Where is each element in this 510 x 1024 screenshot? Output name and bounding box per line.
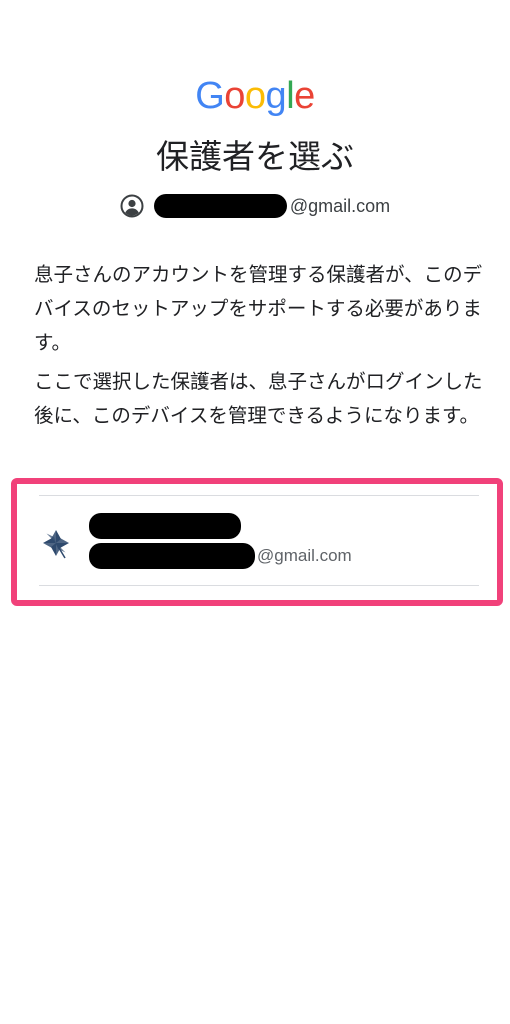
- redacted-account-name: [153, 194, 287, 218]
- logo-letter: l: [286, 75, 295, 117]
- guardian-email-suffix: @gmail.com: [257, 546, 352, 565]
- google-logo: Google: [0, 72, 510, 120]
- account-chip: @gmail.com: [0, 190, 510, 222]
- logo-letter: o: [244, 75, 266, 117]
- logo-letter: G: [195, 75, 225, 117]
- description-paragraph-1: 息子さんのアカウントを管理する保護者が、このデバイスのセットアップをサポートする…: [34, 263, 483, 354]
- guardian-list-item[interactable]: @gmail.com: [33, 496, 483, 585]
- logo-letter: o: [224, 75, 245, 117]
- account-email-suffix: @gmail.com: [289, 195, 391, 216]
- redacted-guardian-email: [89, 543, 255, 569]
- guardian-email: @gmail.com: [89, 543, 352, 569]
- logo-letter: g: [265, 75, 287, 117]
- guardian-list-highlight: @gmail.com: [11, 478, 503, 606]
- logo-letter: e: [294, 75, 315, 117]
- divider: [39, 585, 479, 586]
- umbrella-avatar-icon: [43, 530, 69, 559]
- page-title: 保護者を選ぶ: [156, 137, 354, 176]
- account-circle-icon: [120, 194, 144, 218]
- description-paragraph-2: ここで選択した保護者は、息子さんがログインした後に、このデバイスを管理できるよう…: [34, 370, 483, 427]
- redacted-guardian-name: [89, 513, 241, 539]
- choose-guardian-screen: Google 保護者を選ぶ @gmail.com 息子さんのアカウントを管理する…: [0, 0, 510, 1024]
